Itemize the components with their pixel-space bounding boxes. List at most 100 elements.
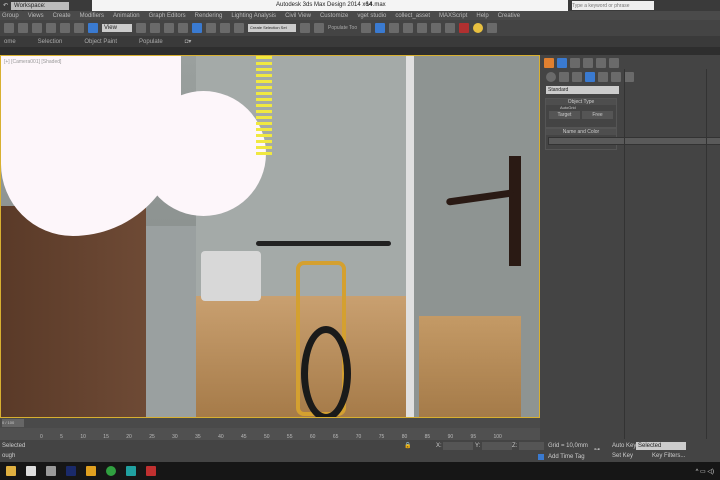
utilities-tab-icon[interactable] xyxy=(609,58,619,68)
workspace-dropdown[interactable]: Workspace: Default xyxy=(11,1,70,17)
time-slider[interactable]: 0 / 100 xyxy=(0,418,540,428)
menu-collect-asset[interactable]: collect_asset xyxy=(395,13,430,19)
scale-icon[interactable] xyxy=(88,23,98,33)
align-icon[interactable] xyxy=(314,23,324,33)
cameras-icon[interactable] xyxy=(585,72,595,82)
track-bar[interactable]: 0 5 10 15 20 25 30 35 40 45 50 55 60 65 70 75 80 85 90 95 10… xyxy=(0,428,540,440)
z-coord-field[interactable] xyxy=(519,442,544,450)
bicycle-handlebar xyxy=(256,241,391,246)
free-button[interactable]: Free xyxy=(582,111,613,119)
object-name-input[interactable] xyxy=(548,137,720,145)
menu-animation[interactable]: Animation xyxy=(113,13,140,19)
curve-editor-icon[interactable] xyxy=(389,23,400,33)
key-mode-dropdown[interactable]: Selected xyxy=(636,442,686,450)
window-crossing-icon[interactable] xyxy=(46,23,56,33)
chrome-icon[interactable] xyxy=(106,466,116,476)
menu-customize[interactable]: Customize xyxy=(320,13,348,19)
menu-maxscript[interactable]: MAXScript xyxy=(439,13,467,19)
modify-tab-icon[interactable] xyxy=(557,58,567,68)
menu-civil-view[interactable]: Civil View xyxy=(285,13,311,19)
keyboard-shortcut-icon[interactable] xyxy=(164,23,174,33)
display-tab-icon[interactable] xyxy=(596,58,606,68)
motion-tab-icon[interactable] xyxy=(583,58,593,68)
graphite-icon[interactable] xyxy=(375,23,386,33)
file-explorer-icon[interactable] xyxy=(6,466,16,476)
search-input[interactable] xyxy=(572,1,654,10)
mirror-icon[interactable] xyxy=(300,23,310,33)
x-coord-field[interactable] xyxy=(443,442,473,450)
time-slider-thumb[interactable]: 0 / 100 xyxy=(2,419,24,427)
acrobat-icon[interactable] xyxy=(146,466,156,476)
windows-taskbar: ^ ▭ ◁) xyxy=(0,462,720,480)
menu-help[interactable]: Help xyxy=(476,13,488,19)
bicycle-wheel xyxy=(301,326,351,417)
schematic-icon[interactable] xyxy=(403,23,414,33)
material-editor-icon[interactable] xyxy=(417,23,428,33)
category-dropdown[interactable]: Standard xyxy=(546,86,619,94)
ribbon-tab-home[interactable]: ome xyxy=(4,39,16,45)
title-bar: ↶ Workspace: Default Autodesk 3ds Max De… xyxy=(0,0,720,17)
render-icon[interactable] xyxy=(459,23,470,33)
y-coord-field[interactable] xyxy=(482,442,512,450)
spacewarps-icon[interactable] xyxy=(611,72,621,82)
rotate-icon[interactable] xyxy=(74,23,84,33)
lock-icon[interactable]: 🔒 xyxy=(404,442,411,449)
select-icon[interactable] xyxy=(4,23,14,33)
percent-snap-icon[interactable] xyxy=(206,23,216,33)
ribbon-tab-selection[interactable]: Selection xyxy=(38,39,63,45)
named-selection-dropdown[interactable]: Create Selection Set xyxy=(248,24,296,32)
key-icon[interactable]: ⊶ xyxy=(594,446,600,453)
manipulate-icon[interactable] xyxy=(150,23,160,33)
undo-icon[interactable]: ↶ xyxy=(3,2,8,9)
target-button[interactable]: Target xyxy=(549,111,580,119)
illustrator-icon[interactable] xyxy=(86,466,96,476)
reference-coord-dropdown[interactable]: View xyxy=(102,24,132,32)
render-setup-icon[interactable] xyxy=(431,23,442,33)
object-type-rollout: Object Type AutoGrid Target Free xyxy=(545,98,617,128)
viewport-label[interactable]: [+] [Camera001] [Shaded] xyxy=(4,59,61,65)
add-time-tag[interactable]: Add Time Tag xyxy=(548,454,585,460)
menu-vget-studio[interactable]: vget studio xyxy=(357,13,386,19)
photoshop-icon[interactable] xyxy=(66,466,76,476)
geometry-icon[interactable] xyxy=(546,72,556,82)
lights-icon[interactable] xyxy=(572,72,582,82)
move-icon[interactable] xyxy=(60,23,70,33)
ribbon-options-icon[interactable]: ◘▾ xyxy=(185,38,192,45)
spinner-snap-icon[interactable] xyxy=(220,23,230,33)
create-tab-icon[interactable] xyxy=(544,58,554,68)
camera-viewport[interactable]: [+] [Camera001] [Shaded] xyxy=(0,55,540,418)
helpers-icon[interactable] xyxy=(598,72,608,82)
store-icon[interactable] xyxy=(26,466,36,476)
ribbon-tab-populate[interactable]: Populate xyxy=(139,39,163,45)
angle-snap-icon[interactable] xyxy=(192,23,202,33)
tray-icons[interactable]: ^ ▭ ◁) xyxy=(696,468,714,475)
set-key-button[interactable]: Set Key xyxy=(612,453,633,459)
menu-group[interactable]: Group xyxy=(2,13,19,19)
pivot-icon[interactable] xyxy=(136,23,146,33)
menu-create[interactable]: Create xyxy=(53,13,71,19)
quick-access: ↶ Workspace: Default xyxy=(0,0,92,17)
menu-creative[interactable]: Creative xyxy=(498,13,520,19)
menu-lighting-analysis[interactable]: Lighting Analysis xyxy=(231,13,276,19)
auto-key-button[interactable]: Auto Key xyxy=(612,443,636,449)
snap-icon[interactable] xyxy=(178,23,188,33)
edit-named-sets-icon[interactable] xyxy=(234,23,244,33)
sun-icon[interactable] xyxy=(473,23,484,33)
menu-modifiers[interactable]: Modifiers xyxy=(80,13,104,19)
hierarchy-tab-icon[interactable] xyxy=(570,58,580,68)
select-by-name-icon[interactable] xyxy=(18,23,28,33)
menu-views[interactable]: Views xyxy=(28,13,44,19)
rect-selection-icon[interactable] xyxy=(32,23,42,33)
ribbon-tab-object-paint[interactable]: Object Paint xyxy=(84,39,117,45)
rendered-frame-icon[interactable] xyxy=(445,23,456,33)
shapes-icon[interactable] xyxy=(559,72,569,82)
systems-icon[interactable] xyxy=(624,72,634,82)
app-icon[interactable] xyxy=(46,466,56,476)
teapot-icon[interactable] xyxy=(487,23,498,33)
menu-rendering[interactable]: Rendering xyxy=(195,13,223,19)
3dsmax-icon[interactable] xyxy=(126,466,136,476)
key-filters-button[interactable]: Key Filters... xyxy=(652,453,685,459)
menu-graph-editors[interactable]: Graph Editors xyxy=(149,13,186,19)
prompt-line: ough xyxy=(2,453,16,459)
layer-icon[interactable] xyxy=(361,23,372,33)
